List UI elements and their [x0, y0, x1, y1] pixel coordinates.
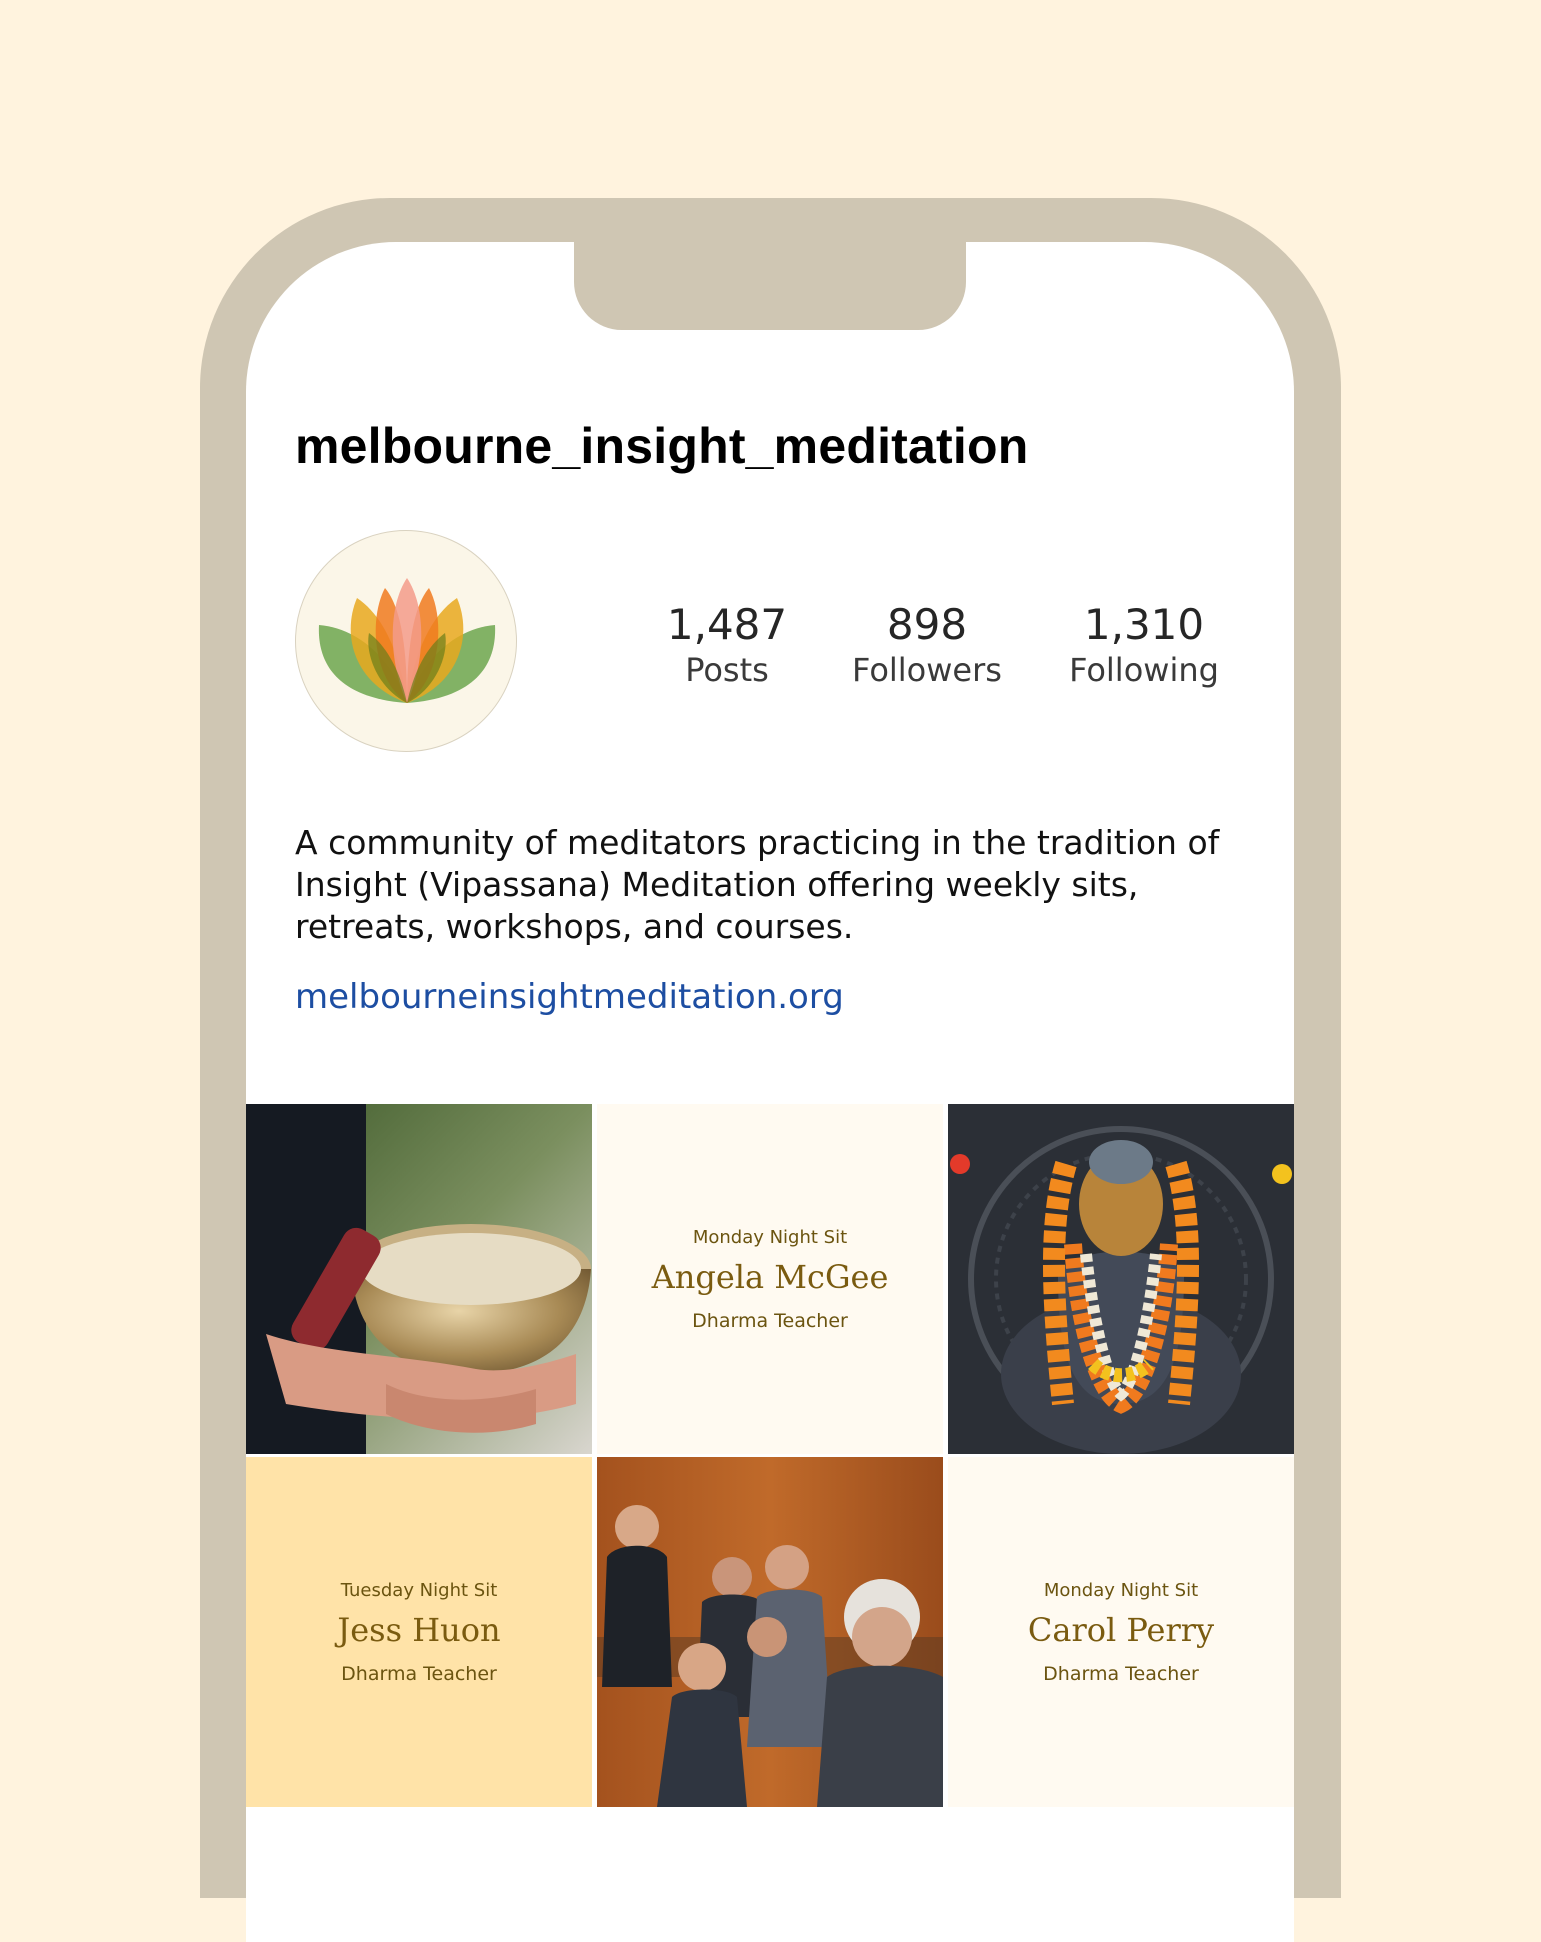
- post-singing-bowl[interactable]: [246, 1104, 592, 1454]
- card-role: Dharma Teacher: [1043, 1662, 1199, 1685]
- post-card-angela[interactable]: Monday Night Sit Angela McGee Dharma Tea…: [597, 1104, 943, 1454]
- card-teacher-name: Carol Perry: [1027, 1610, 1215, 1649]
- group-meditation-image: [597, 1457, 943, 1807]
- profile-bio: A community of meditators practicing in …: [295, 823, 1220, 946]
- profile-website-link[interactable]: melbourneinsightmeditation.org: [295, 977, 844, 1017]
- lotus-logo-icon: [318, 578, 496, 703]
- card-event: Tuesday Night Sit: [340, 1579, 498, 1601]
- phone-frame: melbourne_insight_meditation 1,487 Posts…: [200, 198, 1341, 1942]
- phone-notch: [574, 242, 966, 330]
- card-event: Monday Night Sit: [692, 1226, 848, 1248]
- stat-followers[interactable]: 898 Followers: [827, 602, 1027, 692]
- post-card-carol[interactable]: Monday Night Sit Carol Perry Dharma Teac…: [948, 1457, 1294, 1807]
- card-teacher-name: Jess Huon: [337, 1610, 501, 1649]
- stat-followers-label: Followers: [852, 651, 1002, 689]
- stat-following-label: Following: [1069, 651, 1219, 689]
- card-teacher-name: Angela McGee: [651, 1257, 889, 1296]
- stat-posts-label: Posts: [685, 651, 769, 689]
- post-card-jess[interactable]: Tuesday Night Sit Jess Huon Dharma Teach…: [246, 1457, 592, 1807]
- singing-bowl-image: [246, 1104, 592, 1454]
- profile-username: melbourne_insight_meditation: [295, 418, 1029, 474]
- post-buddha-statue[interactable]: [948, 1104, 1294, 1454]
- card-role: Dharma Teacher: [341, 1662, 497, 1685]
- card-role: Dharma Teacher: [692, 1309, 848, 1332]
- post-group-meditation[interactable]: [597, 1457, 943, 1807]
- phone-screen: melbourne_insight_meditation 1,487 Posts…: [246, 242, 1294, 1942]
- stat-posts[interactable]: 1,487 Posts: [627, 602, 827, 692]
- stat-posts-value: 1,487: [666, 600, 788, 649]
- stat-following[interactable]: 1,310 Following: [1044, 602, 1244, 692]
- buddha-statue-image: [948, 1104, 1294, 1454]
- profile-avatar[interactable]: [295, 530, 517, 752]
- stat-followers-value: 898: [886, 600, 968, 649]
- card-event: Monday Night Sit: [1043, 1579, 1199, 1601]
- stat-following-value: 1,310: [1083, 600, 1205, 649]
